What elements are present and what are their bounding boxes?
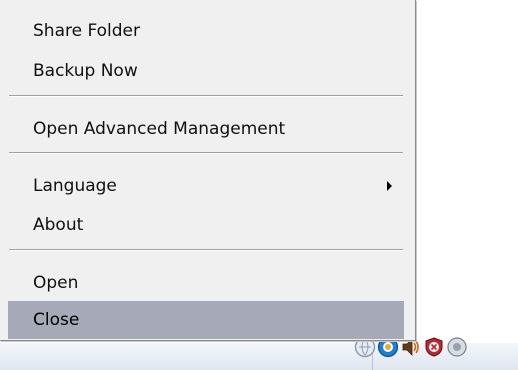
menu-item-label: Backup Now: [33, 61, 138, 81]
menu-item-label: Language: [33, 176, 117, 196]
menu-separator: [9, 249, 403, 251]
menu-item-language[interactable]: Language: [8, 167, 404, 205]
security-shield-icon[interactable]: [423, 336, 445, 358]
menu-item-share-folder[interactable]: Share Folder: [8, 12, 404, 50]
submenu-arrow-icon: [387, 181, 392, 191]
menu-separator: [9, 95, 403, 97]
menu-item-open[interactable]: Open: [8, 264, 404, 302]
menu-item-label: Share Folder: [33, 21, 140, 41]
menu-item-label: About: [33, 215, 84, 235]
menu-separator: [9, 152, 403, 154]
menu-item-close[interactable]: Close: [8, 301, 404, 339]
menu-item-label: Open: [33, 273, 79, 293]
menu-item-about[interactable]: About: [8, 206, 404, 244]
menu-item-label: Close: [33, 310, 80, 330]
menu-item-backup-now[interactable]: Backup Now: [8, 52, 404, 90]
info-icon[interactable]: [446, 336, 468, 358]
menu-item-label: Open Advanced Management: [33, 119, 286, 139]
context-menu: Share Folder Backup Now Open Advanced Ma…: [0, 0, 416, 341]
menu-item-open-advanced-management[interactable]: Open Advanced Management: [8, 110, 404, 148]
